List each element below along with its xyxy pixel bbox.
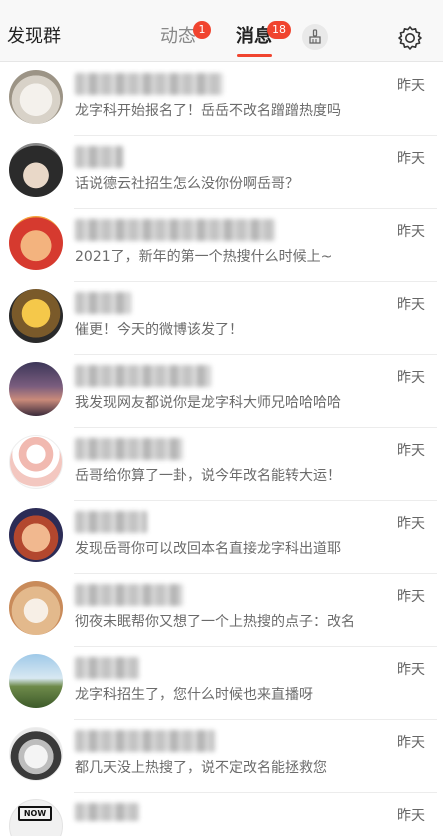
avatar[interactable] bbox=[9, 727, 63, 781]
sender-name-redacted bbox=[75, 511, 147, 533]
sender-name-redacted bbox=[75, 803, 139, 821]
message-time: 昨天 bbox=[397, 589, 425, 605]
message-row[interactable]: 昨天 龙字科开始报名了！岳岳不改名蹭蹭热度吗 bbox=[0, 63, 443, 136]
sender-name-redacted bbox=[75, 292, 131, 314]
xiaoxi-unread-badge: 18 bbox=[267, 21, 291, 39]
sender-name-redacted bbox=[75, 146, 123, 168]
message-preview: 话说德云社招生怎么没你份啊岳哥？ bbox=[75, 176, 299, 192]
message-preview: 岳哥给你算了一卦，说今年改名能转大运！ bbox=[75, 468, 341, 484]
message-preview: 催更！今天的微博该发了！ bbox=[75, 322, 243, 338]
sender-name-redacted bbox=[75, 730, 215, 752]
message-time: 昨天 bbox=[397, 662, 425, 678]
avatar[interactable] bbox=[9, 143, 63, 197]
sender-name-redacted bbox=[75, 365, 211, 387]
top-bar: 发现群 动态 1 消息 18 bbox=[0, 0, 443, 62]
message-time: 昨天 bbox=[397, 224, 425, 240]
message-row[interactable]: 昨天 我发现网友都说你是龙字科大师兄哈哈哈哈 bbox=[0, 355, 443, 428]
broom-icon bbox=[309, 29, 321, 44]
message-preview: 2021了，新年的第一个热搜什么时候上~ bbox=[75, 249, 333, 265]
discover-groups-link[interactable]: 发现群 bbox=[7, 25, 61, 49]
message-time: 昨天 bbox=[397, 151, 425, 167]
settings-button[interactable] bbox=[396, 24, 423, 51]
sender-name-redacted bbox=[75, 73, 223, 95]
message-row[interactable]: 昨天 2021了，新年的第一个热搜什么时候上~ bbox=[0, 209, 443, 282]
message-preview: 都几天没上热搜了，说不定改名能拯救您 bbox=[75, 760, 327, 776]
message-time: 昨天 bbox=[397, 735, 425, 751]
message-row[interactable]: 昨天 都几天没上热搜了，说不定改名能拯救您 bbox=[0, 720, 443, 793]
sender-name-redacted bbox=[75, 657, 139, 679]
message-row[interactable]: 昨天 彻夜未眠帮你又想了一个上热搜的点子：改名 bbox=[0, 574, 443, 647]
active-tab-indicator bbox=[237, 54, 272, 57]
message-preview: 发现岳哥你可以改回本名直接龙字科出道耶 bbox=[75, 541, 341, 557]
gear-icon bbox=[397, 25, 422, 50]
message-row[interactable]: NOW 昨天 bbox=[0, 793, 443, 836]
message-row[interactable]: 昨天 催更！今天的微博该发了！ bbox=[0, 282, 443, 355]
dongtai-unread-badge: 1 bbox=[193, 21, 211, 39]
sender-name-redacted bbox=[75, 438, 183, 460]
message-time: 昨天 bbox=[397, 297, 425, 313]
message-time: 昨天 bbox=[397, 516, 425, 532]
sender-name-redacted bbox=[75, 584, 183, 606]
now-logo: NOW bbox=[18, 806, 52, 821]
avatar[interactable] bbox=[9, 654, 63, 708]
avatar[interactable] bbox=[9, 289, 63, 343]
message-preview: 龙字科开始报名了！岳岳不改名蹭蹭热度吗 bbox=[75, 103, 341, 119]
message-list: 昨天 龙字科开始报名了！岳岳不改名蹭蹭热度吗 昨天 话说德云社招生怎么没你份啊岳… bbox=[0, 63, 443, 836]
message-row[interactable]: 昨天 龙字科招生了，您什么时候也来直播呀 bbox=[0, 647, 443, 720]
avatar[interactable] bbox=[9, 216, 63, 270]
sender-name-redacted bbox=[75, 219, 275, 241]
avatar[interactable] bbox=[9, 435, 63, 489]
message-preview: 彻夜未眠帮你又想了一个上热搜的点子：改名 bbox=[75, 614, 355, 630]
message-row[interactable]: 昨天 发现岳哥你可以改回本名直接龙字科出道耶 bbox=[0, 501, 443, 574]
avatar[interactable] bbox=[9, 508, 63, 562]
message-time: 昨天 bbox=[397, 78, 425, 94]
avatar[interactable] bbox=[9, 581, 63, 635]
avatar[interactable] bbox=[9, 362, 63, 416]
clear-unread-button[interactable] bbox=[302, 24, 328, 50]
message-time: 昨天 bbox=[397, 808, 425, 824]
message-row[interactable]: 昨天 话说德云社招生怎么没你份啊岳哥？ bbox=[0, 136, 443, 209]
message-time: 昨天 bbox=[397, 443, 425, 459]
message-preview: 龙字科招生了，您什么时候也来直播呀 bbox=[75, 687, 313, 703]
avatar[interactable] bbox=[9, 70, 63, 124]
message-row[interactable]: 昨天 岳哥给你算了一卦，说今年改名能转大运！ bbox=[0, 428, 443, 501]
tab-dongtai[interactable]: 动态 bbox=[160, 25, 196, 49]
message-time: 昨天 bbox=[397, 370, 425, 386]
message-preview: 我发现网友都说你是龙字科大师兄哈哈哈哈 bbox=[75, 395, 341, 411]
